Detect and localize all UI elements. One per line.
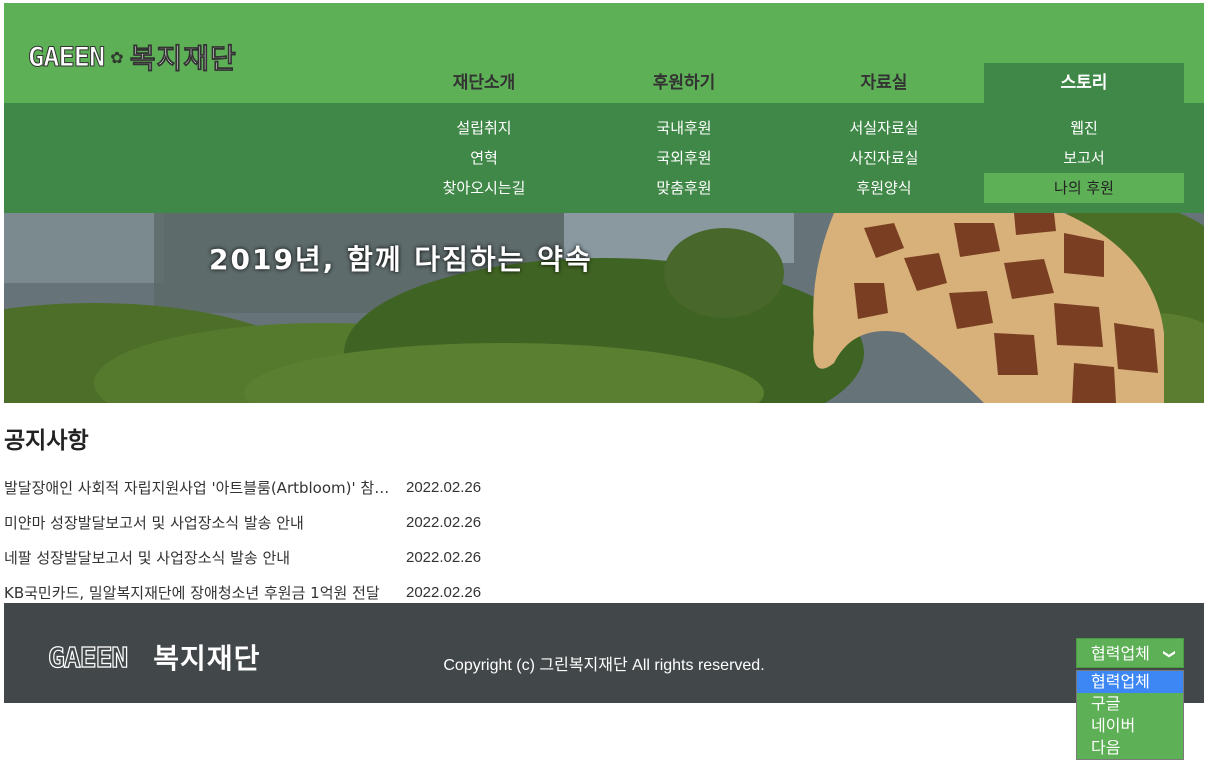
submenu-item[interactable]: 맞춤후원 [584, 173, 784, 203]
nav-item-about[interactable]: 재단소개 [384, 63, 584, 103]
notice-subject-link[interactable]: 발달장애인 사회적 자립지원사업 '아트블룸(Artbloom)' 참가자 모집 [4, 475, 390, 510]
main-nav: 재단소개 후원하기 자료실 스토리 [384, 63, 1184, 103]
partner-select-options: 협력업체 구글 네이버 다음 [1076, 670, 1184, 760]
submenu-item[interactable]: 후원양식 [784, 173, 984, 203]
submenu-item-my-donation[interactable]: 나의 후원 [984, 173, 1184, 203]
site-logo[interactable]: GAEEN ✿ 복지재단 [27, 37, 237, 77]
notice-date: 2022.02.26 [406, 479, 482, 496]
submenu-story: 웹진 보고서 나의 후원 [984, 103, 1184, 203]
logo-korean: 복지재단 [129, 42, 237, 76]
submenu-donate: 국내후원 국외후원 맞춤후원 [584, 103, 784, 203]
notice-subject-link[interactable]: 미얀마 성장발달보고서 및 사업장소식 발송 안내 [4, 510, 390, 545]
flower-icon: ✿ [110, 47, 124, 67]
submenu-panel: 설립취지 연혁 찾아오시는길 국내후원 국외후원 맞춤후원 서실자료실 사진자료… [4, 103, 1204, 213]
submenu-item[interactable]: 찾아오시는길 [384, 173, 584, 203]
notice-subject-link[interactable]: 네팔 성장발달보고서 및 사업장소식 발송 안내 [4, 545, 390, 580]
footer: GAEEN 복지재단 Copyright (c) 그린복지재단 All righ… [4, 603, 1204, 703]
chevron-down-icon: ❯ [1162, 648, 1177, 660]
select-option[interactable]: 네이버 [1077, 715, 1183, 737]
list-item[interactable]: 발달장애인 사회적 자립지원사업 '아트블룸(Artbloom)' 참가자 모집… [4, 475, 1204, 510]
notice-list: 발달장애인 사회적 자립지원사업 '아트블룸(Artbloom)' 참가자 모집… [4, 475, 1204, 615]
page: GAEEN ✿ 복지재단 재단소개 후원하기 자료실 스토리 설립취지 연혁 찾… [4, 3, 1204, 703]
list-item[interactable]: 네팔 성장발달보고서 및 사업장소식 발송 안내 2022.02.26 [4, 545, 1204, 580]
select-option[interactable]: 협력업체 [1077, 671, 1183, 693]
nav-item-archive[interactable]: 자료실 [784, 63, 984, 103]
submenu-item[interactable]: 보고서 [984, 143, 1184, 173]
header: GAEEN ✿ 복지재단 재단소개 후원하기 자료실 스토리 [4, 3, 1204, 103]
submenu-item[interactable]: 설립취지 [384, 113, 584, 143]
banner-scenery [4, 213, 1204, 403]
nav-item-donate[interactable]: 후원하기 [584, 63, 784, 103]
select-option[interactable]: 구글 [1077, 693, 1183, 715]
submenu-item[interactable]: 국외후원 [584, 143, 784, 173]
submenu-about: 설립취지 연혁 찾아오시는길 [384, 103, 584, 203]
notice-date: 2022.02.26 [406, 514, 482, 531]
banner-caption: 2019년, 함께 다짐하는 약속 [209, 243, 593, 276]
select-option[interactable]: 다음 [1077, 737, 1183, 759]
submenu-item[interactable]: 사진자료실 [784, 143, 984, 173]
copyright-text: Copyright (c) 그린복지재단 All rights reserved… [443, 657, 765, 674]
submenu-archive: 서실자료실 사진자료실 후원양식 [784, 103, 984, 203]
partner-select-value: 협력업체 [1091, 644, 1150, 663]
submenu-item[interactable]: 국내후원 [584, 113, 784, 143]
submenu-item[interactable]: 웹진 [984, 113, 1184, 143]
list-item[interactable]: 미얀마 성장발달보고서 및 사업장소식 발송 안내 2022.02.26 [4, 510, 1204, 545]
hero-banner: 2019년, 함께 다짐하는 약속 [4, 213, 1204, 403]
submenu-item[interactable]: 연혁 [384, 143, 584, 173]
partner-select[interactable]: 협력업체 ❯ [1076, 638, 1184, 668]
submenu-item[interactable]: 서실자료실 [784, 113, 984, 143]
nav-item-story[interactable]: 스토리 [984, 63, 1184, 103]
logo-english: GAEEN [27, 41, 105, 73]
notice-date: 2022.02.26 [406, 549, 482, 566]
notice-section-title: 공지사항 [4, 428, 89, 454]
